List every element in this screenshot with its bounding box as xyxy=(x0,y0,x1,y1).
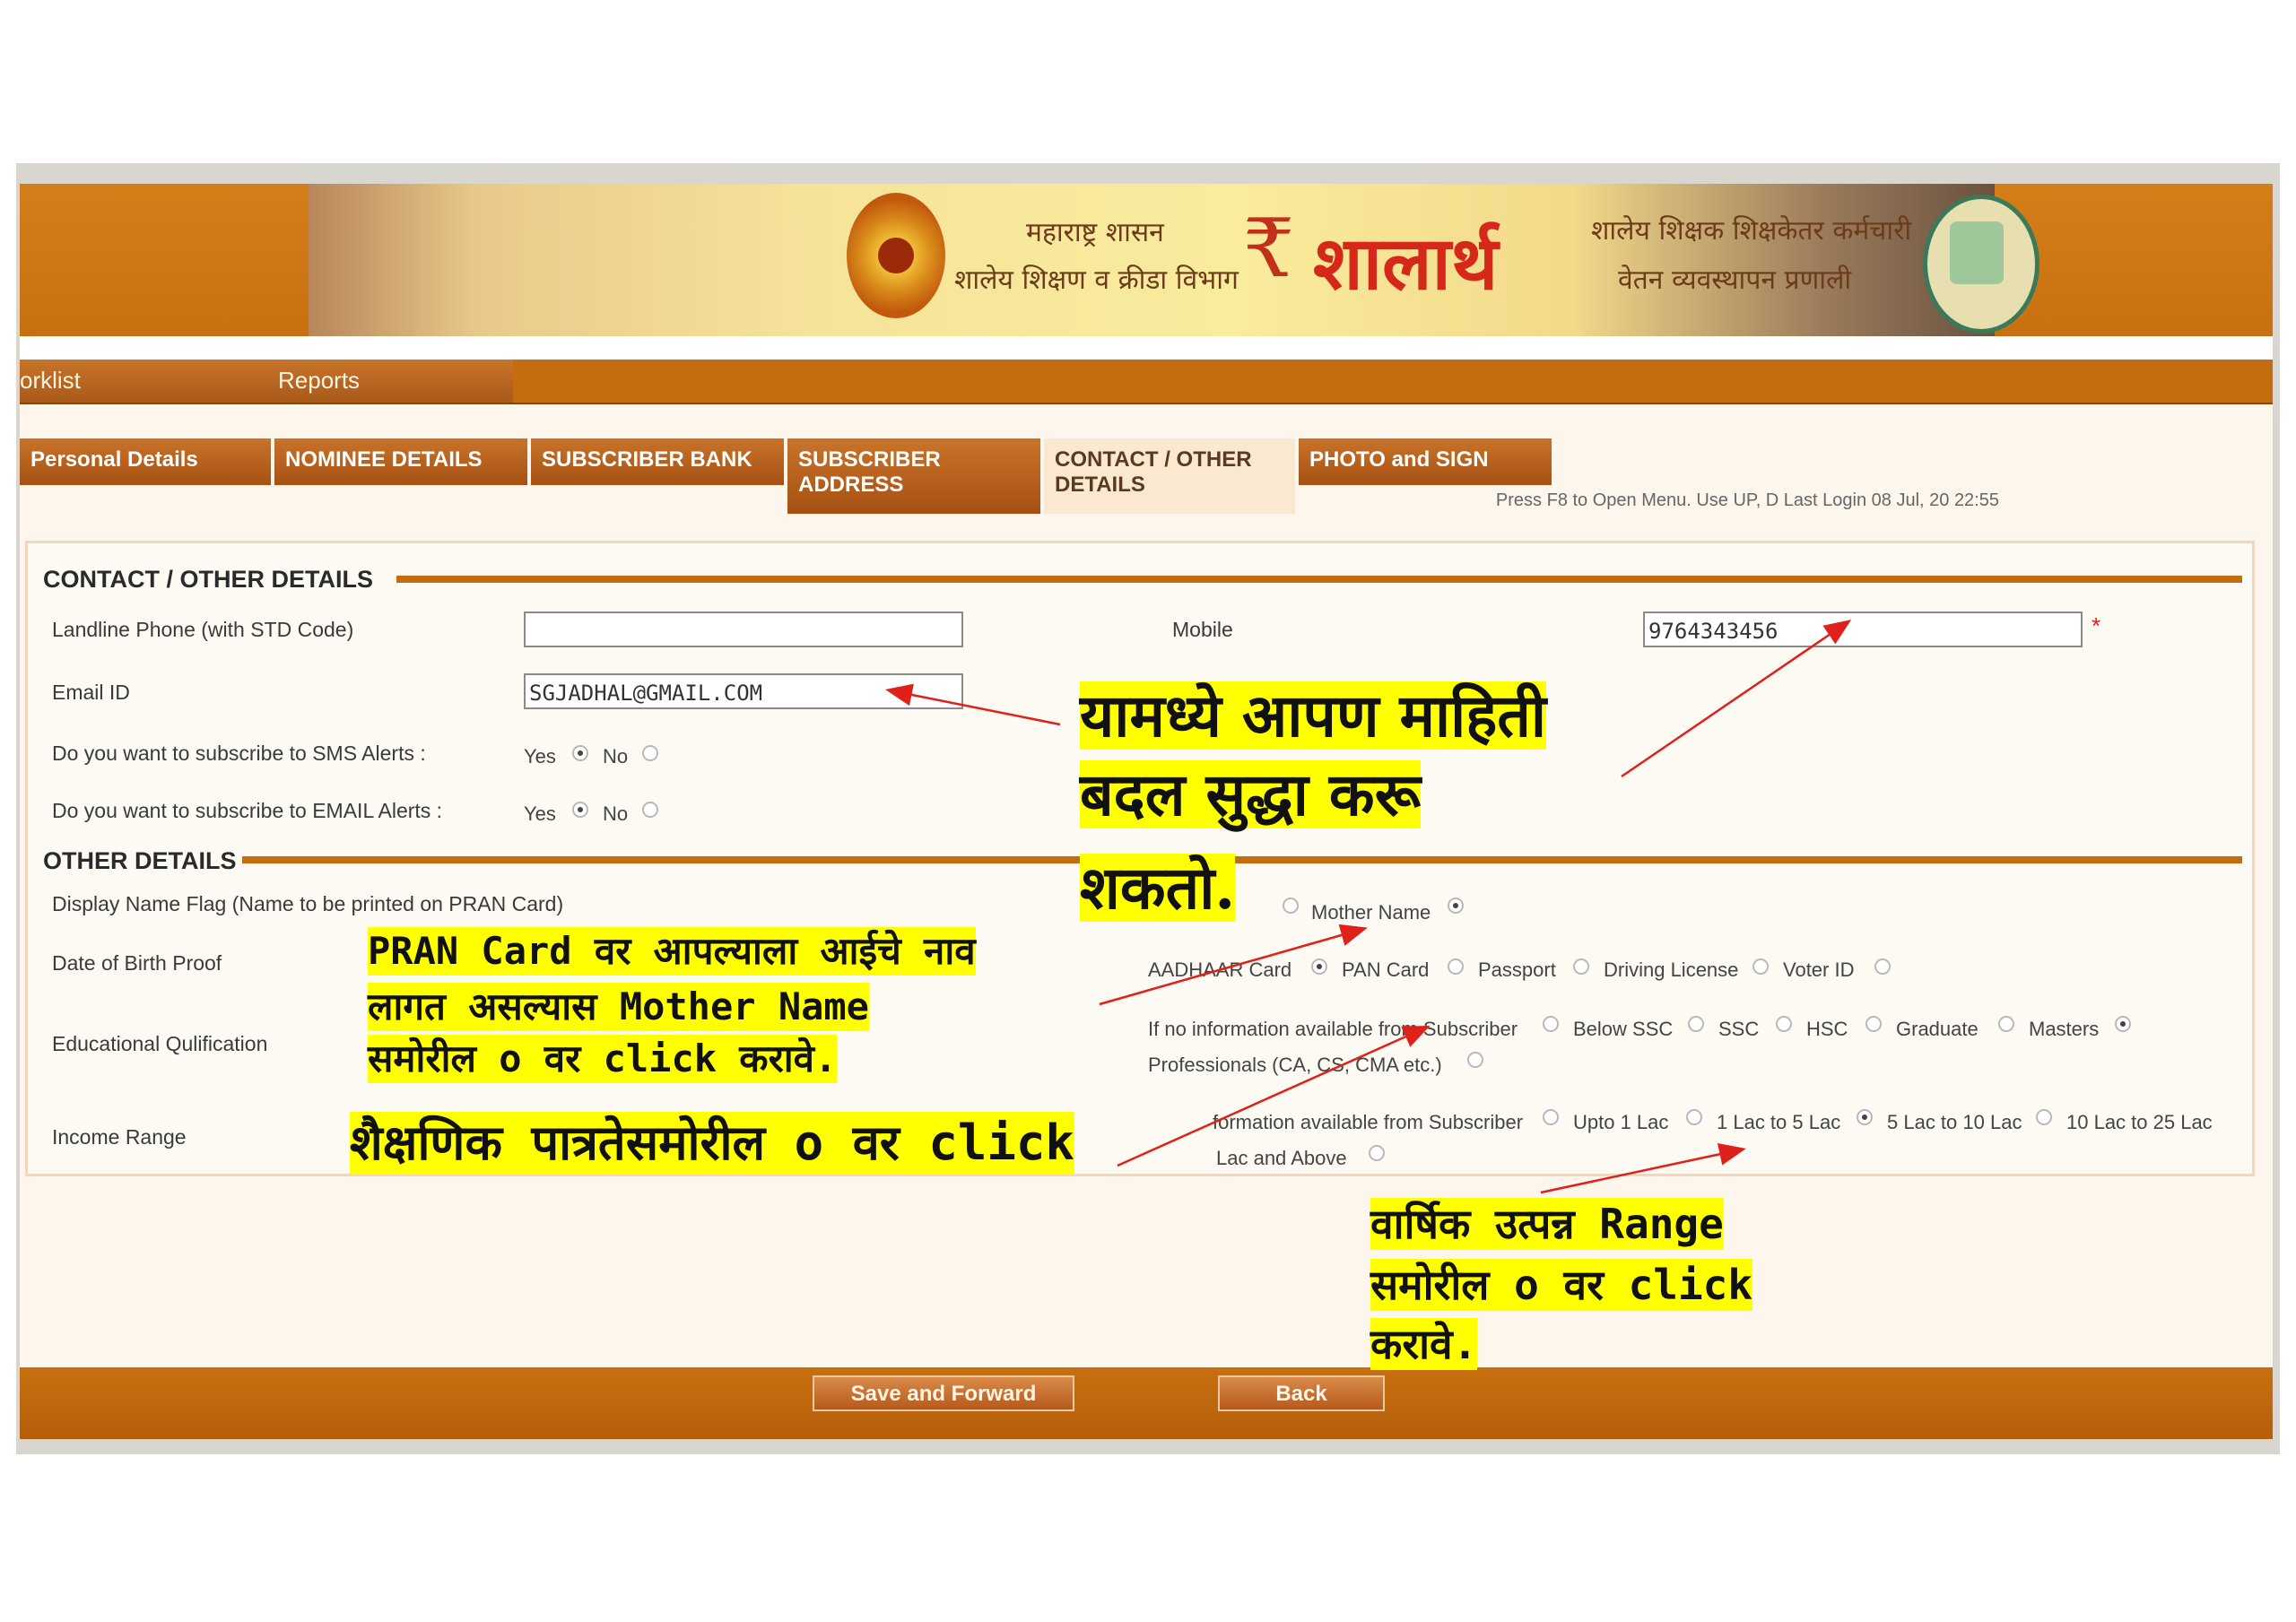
arrow-to-mobile xyxy=(1621,620,1852,778)
annotation-arrows xyxy=(885,620,1852,1194)
arrow-to-mother-name xyxy=(1099,924,1368,1006)
arrow-to-education xyxy=(1117,1025,1431,1167)
arrow-to-income xyxy=(1540,1143,1746,1194)
arrow-to-email xyxy=(885,683,1061,726)
